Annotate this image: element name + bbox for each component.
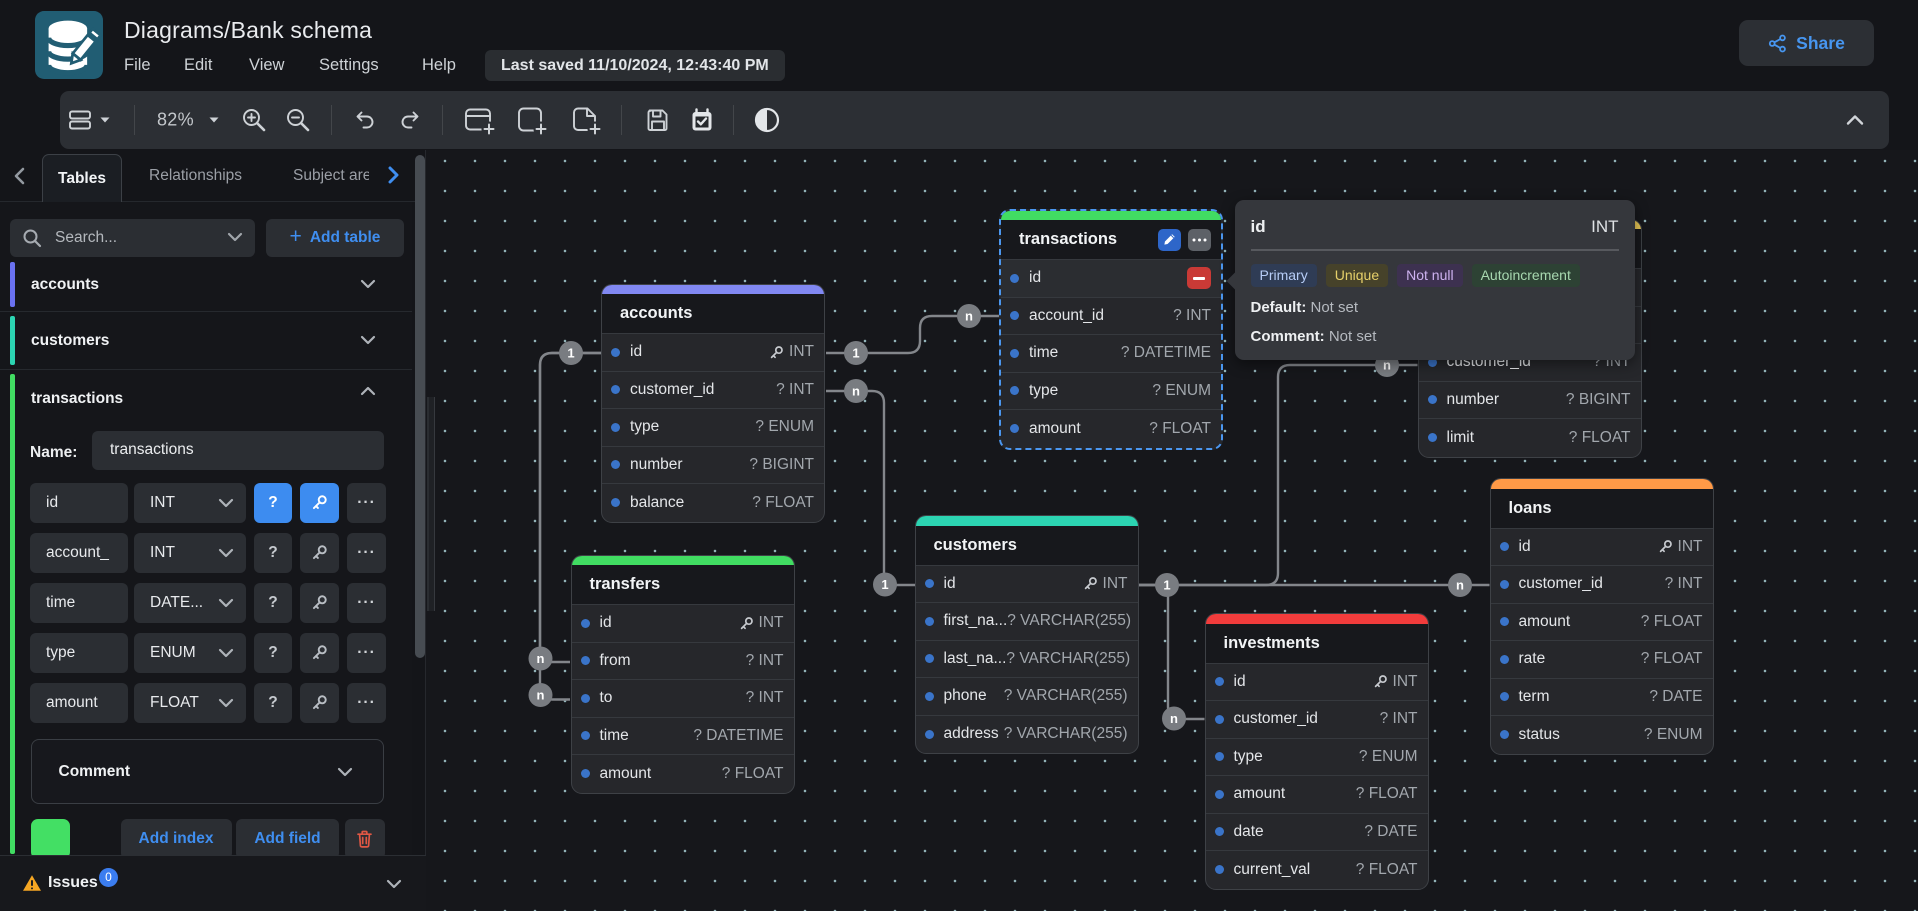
svg-text:n: n	[537, 651, 545, 666]
svg-text:1: 1	[881, 577, 888, 592]
svg-text:n: n	[852, 384, 860, 399]
svg-text:n: n	[965, 309, 973, 324]
svg-text:n: n	[1170, 711, 1178, 726]
svg-text:1: 1	[852, 346, 859, 361]
svg-text:1: 1	[1163, 578, 1170, 593]
svg-text:n: n	[537, 688, 545, 703]
svg-text:n: n	[1456, 578, 1464, 593]
svg-text:1: 1	[567, 346, 574, 361]
